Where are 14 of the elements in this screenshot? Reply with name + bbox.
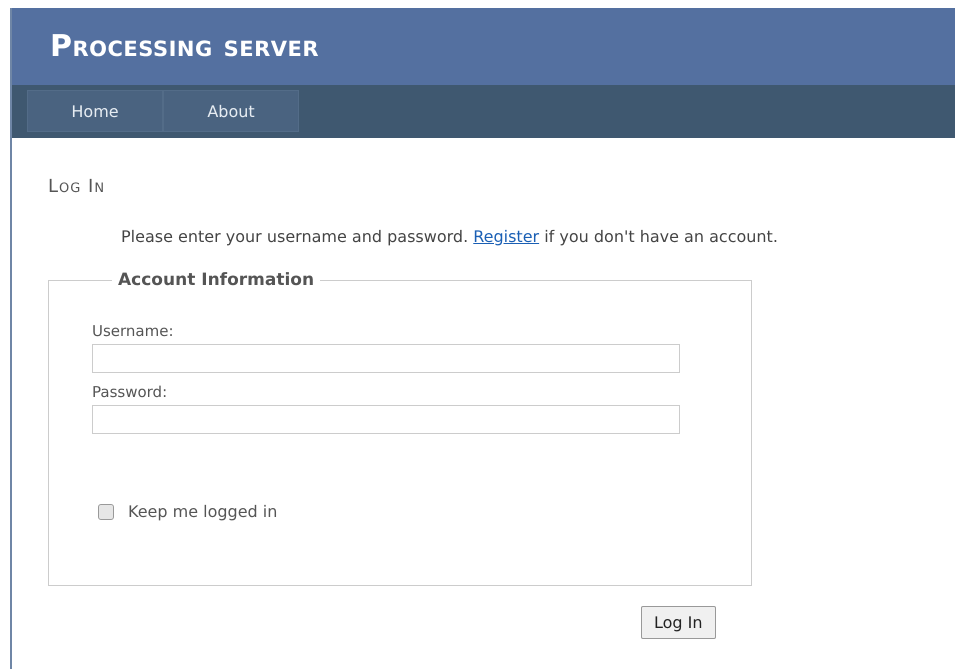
site-title: Processing server — [50, 29, 320, 64]
input-field[interactable] — [92, 344, 680, 373]
checkbox-label: Keep me logged in — [128, 502, 278, 521]
intro-text: Please enter your username and password. Register if you don't have an account. — [121, 227, 779, 246]
input-field[interactable] — [92, 405, 680, 434]
nav-item[interactable]: Home — [27, 90, 163, 132]
fieldset-legend: Account Information — [112, 270, 320, 290]
register-link[interactable]: Register — [473, 227, 540, 246]
nav-item[interactable]: About — [163, 90, 299, 132]
field-label: Password: — [92, 383, 168, 401]
checkbox[interactable] — [98, 504, 114, 520]
page-heading: Log In — [48, 176, 106, 197]
field-label: Username: — [92, 322, 175, 340]
login-button[interactable]: Log In — [641, 606, 716, 639]
